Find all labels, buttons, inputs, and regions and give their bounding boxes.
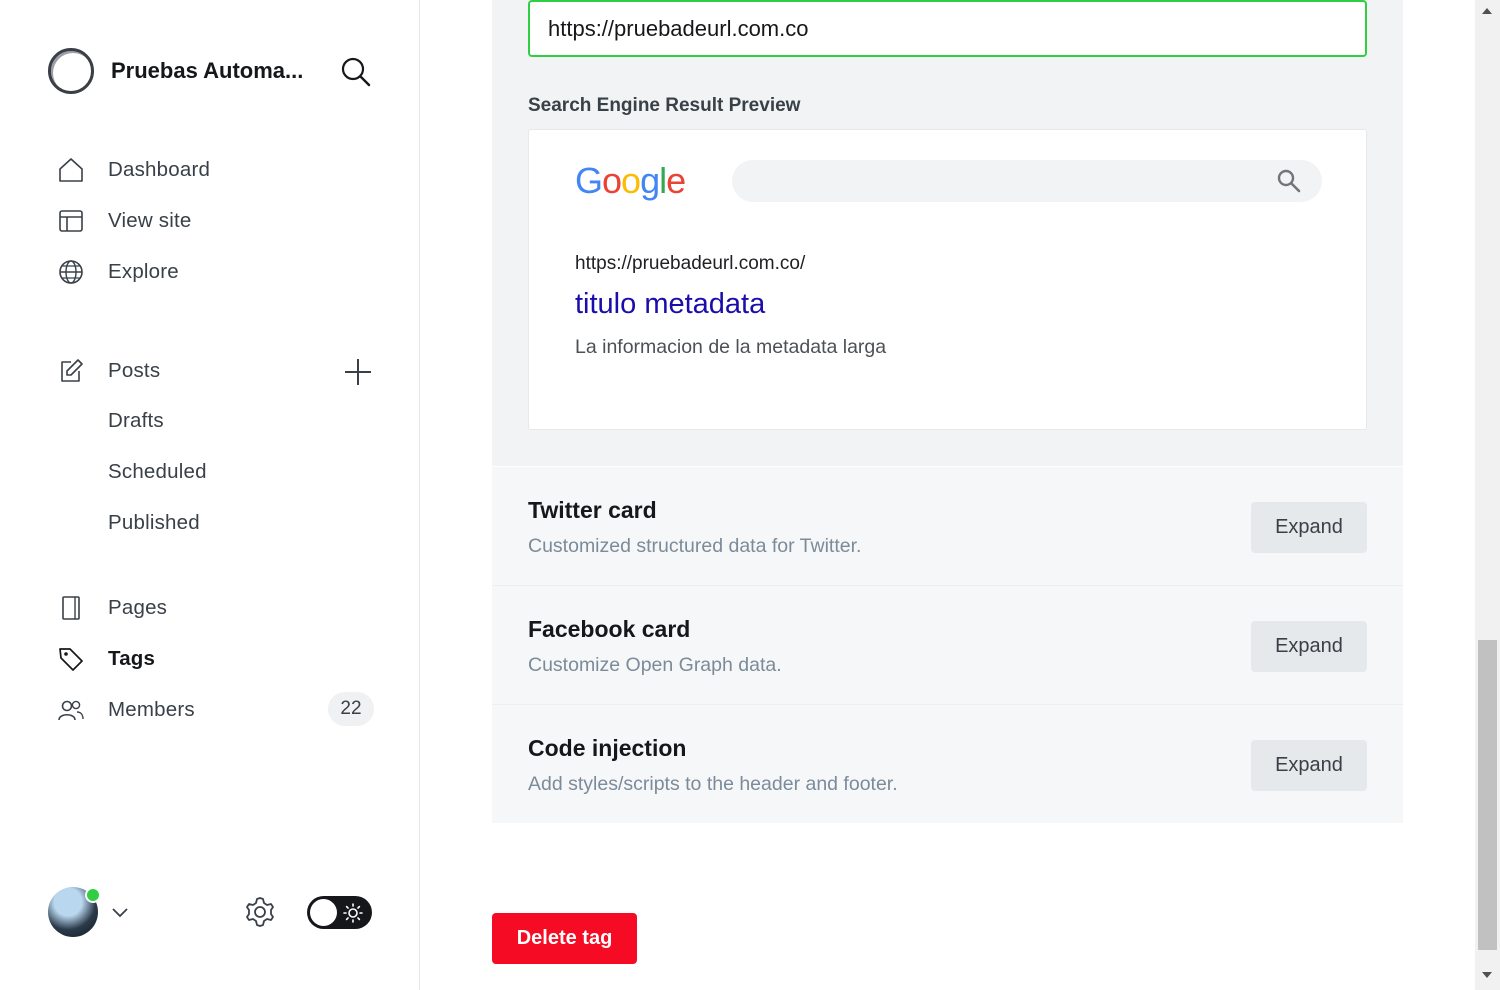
sidebar-item-label: Tags [108, 647, 156, 670]
online-status-indicator [85, 887, 101, 903]
twitter-card-section: Twitter card Customized structured data … [492, 467, 1403, 585]
sidebar-item-label: View site [108, 209, 192, 232]
sidebar-item-label: Posts [108, 359, 161, 382]
sidebar: Pruebas Automa... Dashboard View site Ex… [0, 0, 420, 990]
members-icon [56, 695, 86, 725]
site-title: Pruebas Automa... [111, 58, 304, 83]
code-injection-section: Code injection Add styles/scripts to the… [492, 705, 1403, 823]
chevron-down-icon[interactable] [110, 902, 130, 922]
expand-twitter-button[interactable]: Expand [1251, 502, 1367, 553]
search-icon [1277, 169, 1301, 193]
add-post-icon[interactable] [342, 356, 374, 388]
site-logo [48, 48, 94, 94]
home-icon [56, 155, 86, 185]
section-description: Add styles/scripts to the header and foo… [528, 773, 898, 795]
section-description: Customize Open Graph data. [528, 654, 782, 676]
canonical-url-input[interactable] [528, 0, 1367, 57]
layout-icon [56, 206, 86, 236]
globe-icon [56, 257, 86, 287]
sidebar-item-label: Dashboard [108, 158, 211, 181]
tag-icon [56, 644, 86, 674]
sidebar-item-tags[interactable]: Tags [56, 639, 376, 679]
section-title: Code injection [528, 735, 687, 761]
members-count-badge: 22 [328, 692, 374, 726]
sidebar-item-pages[interactable]: Pages [56, 588, 376, 628]
sidebar-item-dashboard[interactable]: Dashboard [56, 150, 376, 190]
toggle-knob [310, 899, 337, 926]
serp-preview-label: Search Engine Result Preview [528, 95, 801, 116]
serp-description: La informacion de la metadata larga [575, 336, 887, 358]
scroll-thumb[interactable] [1478, 640, 1497, 950]
page-icon [56, 593, 86, 623]
sidebar-item-scheduled[interactable]: Scheduled [108, 460, 207, 484]
gear-icon[interactable] [242, 894, 278, 930]
facebook-card-section: Facebook card Customize Open Graph data.… [492, 586, 1403, 704]
scroll-down-arrow-icon[interactable] [1482, 972, 1492, 978]
sun-icon [343, 903, 363, 923]
sidebar-item-label: Explore [108, 260, 179, 283]
sidebar-item-label: Pages [108, 596, 168, 619]
expand-code-injection-button[interactable]: Expand [1251, 740, 1367, 791]
sidebar-item-drafts[interactable]: Drafts [108, 409, 164, 433]
scrollbar[interactable] [1475, 0, 1500, 990]
serp-preview: Google https://pruebadeurl.com.co/ titul… [528, 129, 1367, 430]
sidebar-item-published[interactable]: Published [108, 511, 200, 535]
site-brand[interactable]: Pruebas Automa... [48, 48, 303, 94]
sidebar-item-view-site[interactable]: View site [56, 201, 376, 241]
section-title: Facebook card [528, 616, 691, 642]
serp-search-bar [732, 160, 1322, 202]
scroll-up-arrow-icon[interactable] [1482, 8, 1492, 14]
expand-facebook-button[interactable]: Expand [1251, 621, 1367, 672]
section-description: Customized structured data for Twitter. [528, 535, 862, 557]
edit-icon [56, 356, 86, 386]
theme-toggle[interactable] [307, 896, 372, 929]
sidebar-item-explore[interactable]: Explore [56, 252, 376, 292]
delete-tag-button[interactable]: Delete tag [492, 913, 637, 964]
sidebar-item-label: Members [108, 698, 195, 721]
google-logo: Google [575, 160, 686, 201]
sidebar-item-posts[interactable]: Posts [56, 351, 376, 391]
serp-title: titulo metadata [575, 288, 766, 320]
section-title: Twitter card [528, 497, 657, 523]
serp-url: https://pruebadeurl.com.co/ [575, 253, 806, 274]
main-content: Search Engine Result Preview Google http… [420, 0, 1475, 990]
search-icon[interactable] [340, 56, 372, 88]
